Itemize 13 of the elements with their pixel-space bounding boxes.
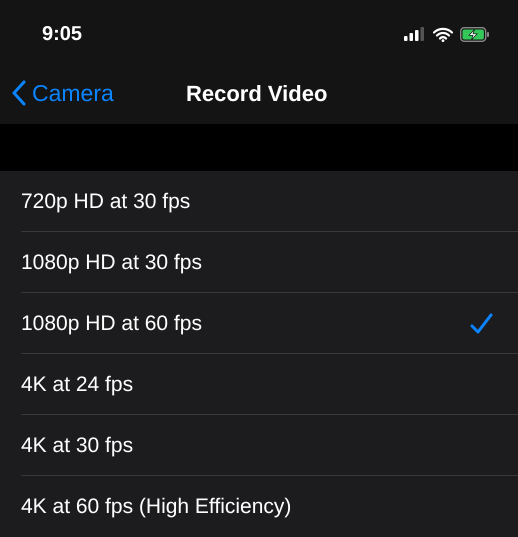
option-row[interactable]: 720p HD at 30 fps (0, 171, 518, 232)
option-row[interactable]: 4K at 24 fps (0, 354, 518, 415)
option-row[interactable]: 1080p HD at 30 fps (0, 232, 518, 293)
option-row[interactable]: 4K at 60 fps (High Efficiency) (0, 476, 518, 537)
option-row[interactable]: 1080p HD at 60 fps (0, 293, 518, 354)
battery-charging-icon (460, 26, 490, 42)
page-title: Record Video (186, 80, 328, 108)
option-row[interactable]: 4K at 30 fps (0, 415, 518, 476)
wifi-icon (433, 26, 453, 42)
chevron-left-icon (12, 80, 26, 106)
status-time: 9:05 (42, 22, 82, 47)
signal-icon (404, 27, 426, 41)
back-button[interactable]: Camera (0, 76, 114, 110)
